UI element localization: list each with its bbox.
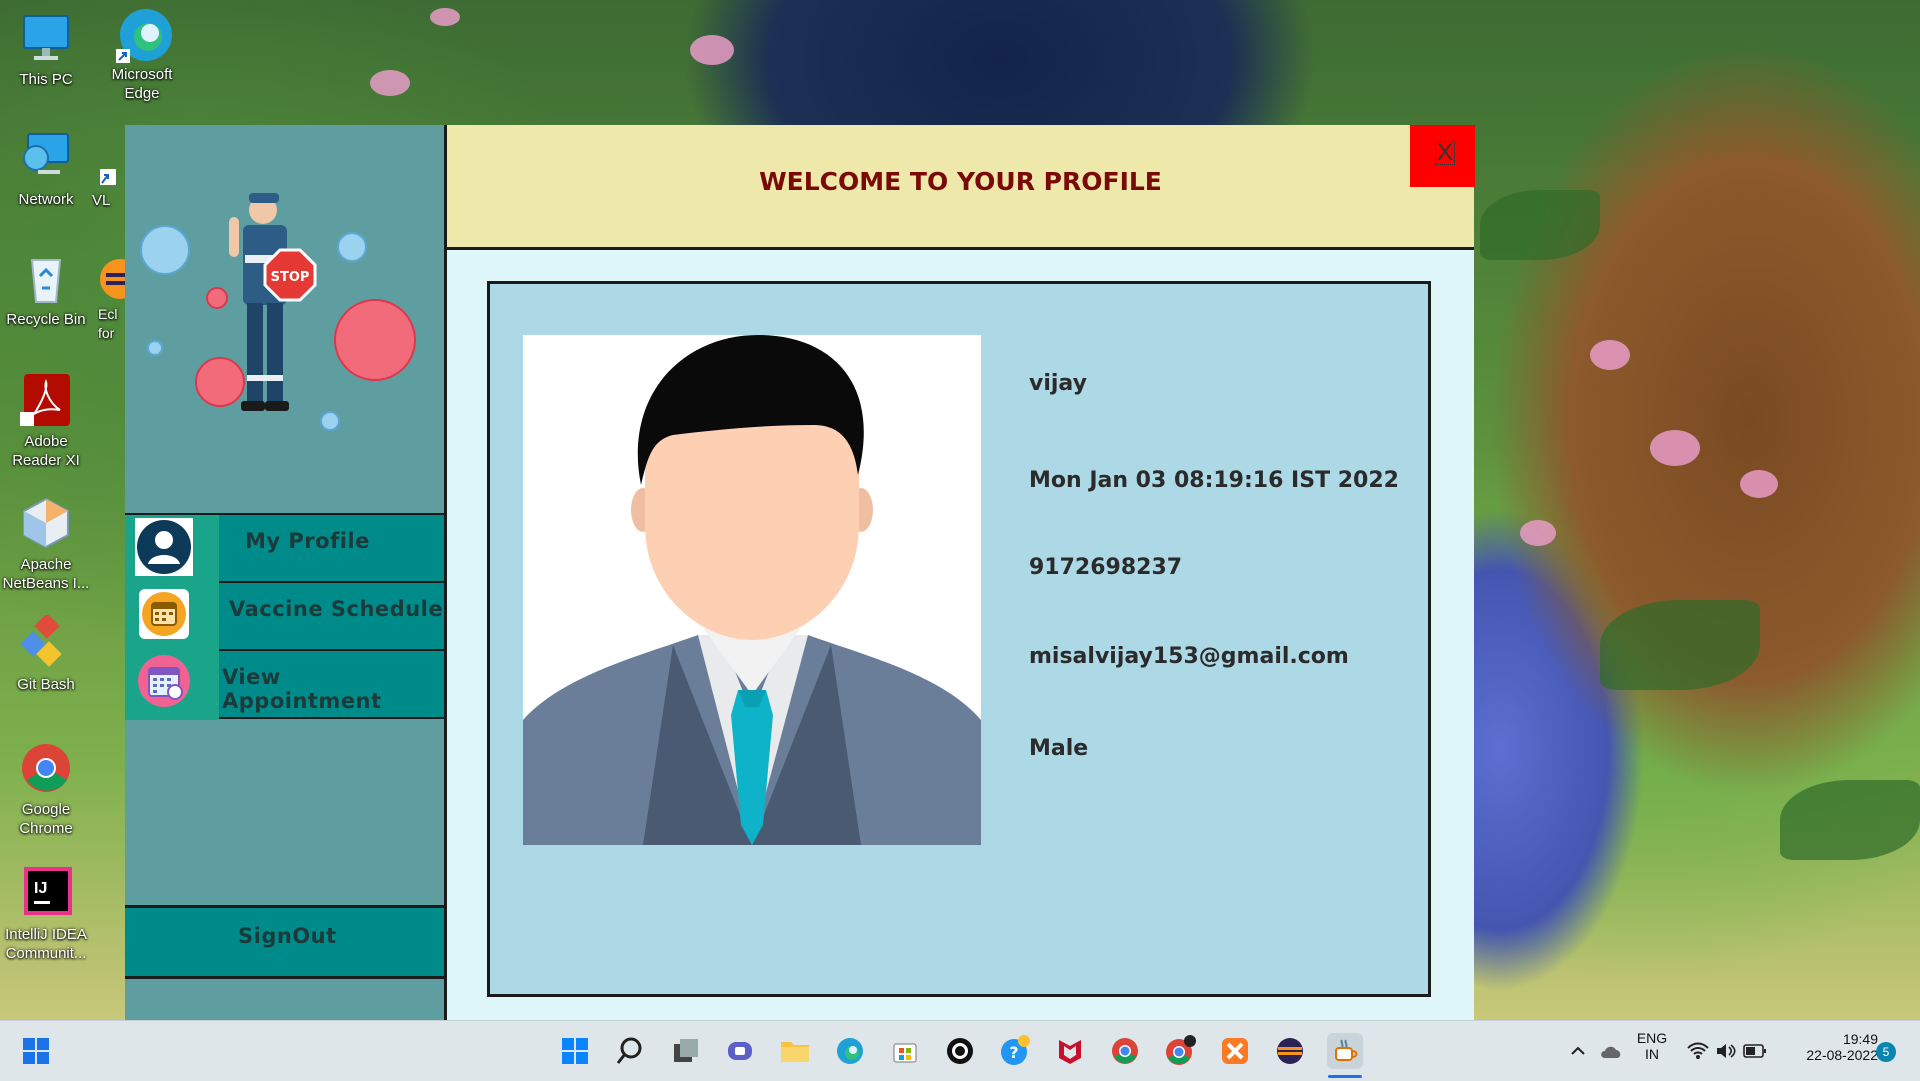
- start-icon[interactable]: [557, 1033, 593, 1069]
- nav-view-appointment[interactable]: View Appointment: [219, 651, 444, 719]
- desktop-icon-intellij[interactable]: IJ IntelliJ IDEA Communit...: [2, 865, 90, 963]
- user-avatar-icon[interactable]: [135, 518, 193, 576]
- profile-gender: Male: [1029, 736, 1089, 761]
- profile-name: vijay: [1029, 371, 1087, 396]
- nav-vaccine-schedule[interactable]: Vaccine Schedule: [219, 583, 444, 651]
- edge-icon[interactable]: [832, 1033, 868, 1069]
- chevron-up-icon[interactable]: [1566, 1033, 1590, 1069]
- svg-text:?: ?: [1009, 1043, 1018, 1062]
- netbeans-icon: [18, 495, 74, 551]
- desktop-icon-adobe-reader[interactable]: Adobe Reader XI: [2, 372, 90, 470]
- profile-photo: [523, 335, 981, 845]
- appointment-calendar-icon[interactable]: [135, 652, 193, 710]
- signout-button[interactable]: SignOut: [125, 905, 444, 979]
- sidebar: STOP My Profile Vaccine Schedule View Ap…: [125, 125, 447, 1020]
- search-icon[interactable]: [612, 1033, 648, 1069]
- file-explorer-icon[interactable]: [777, 1033, 813, 1069]
- clock[interactable]: 19:49 22-08-2022: [1778, 1031, 1878, 1063]
- java-icon[interactable]: [1327, 1033, 1363, 1069]
- store-icon[interactable]: [887, 1033, 923, 1069]
- nav-my-profile[interactable]: My Profile: [219, 515, 444, 583]
- page-title: WELCOME TO YOUR PROFILE: [759, 167, 1162, 196]
- desktop-icon-chrome[interactable]: Google Chrome: [2, 740, 90, 838]
- taskbar: ? ENG IN 19:49 22-08-2022 5: [0, 1020, 1920, 1081]
- profile-date: Mon Jan 03 08:19:16 IST 2022: [1029, 468, 1399, 493]
- language-indicator[interactable]: ENG IN: [1632, 1030, 1672, 1062]
- start-icon[interactable]: [18, 1033, 54, 1069]
- recycle-bin-icon: [18, 250, 74, 306]
- eclipse-icon[interactable]: [1272, 1033, 1308, 1069]
- desktop-icon-edge[interactable]: Microsoft Edge: [98, 5, 186, 103]
- chrome-icon[interactable]: [1107, 1033, 1143, 1069]
- close-button[interactable]: X: [1410, 125, 1475, 187]
- volume-icon[interactable]: [1714, 1033, 1738, 1069]
- mcafee-icon[interactable]: [1052, 1033, 1088, 1069]
- active-app-indicator: [1328, 1075, 1362, 1078]
- svg-text:STOP: STOP: [271, 270, 310, 285]
- edge-icon: [114, 5, 172, 63]
- battery-icon[interactable]: [1742, 1033, 1768, 1069]
- onedrive-icon[interactable]: [1598, 1033, 1624, 1069]
- desktop-icon-recycle-bin[interactable]: Recycle Bin: [2, 250, 90, 329]
- covid-stop-illustration: STOP: [125, 125, 444, 516]
- network-icon: [18, 130, 74, 186]
- eclipse-icon: [98, 255, 128, 305]
- task-view-icon[interactable]: [668, 1033, 704, 1069]
- chat-icon[interactable]: [722, 1033, 758, 1069]
- desktop-icon-this-pc[interactable]: This PC: [2, 10, 90, 89]
- calendar-icon[interactable]: [135, 585, 193, 643]
- desktop-icon-git-bash[interactable]: Git Bash: [2, 613, 90, 694]
- xampp-icon[interactable]: [1217, 1033, 1253, 1069]
- vlc-icon: [92, 165, 122, 191]
- intellij-icon: IJ: [18, 865, 74, 921]
- profile-window: STOP My Profile Vaccine Schedule View Ap…: [125, 125, 1474, 1020]
- computer-icon: [18, 10, 74, 66]
- profile-email: misalvijay153@gmail.com: [1029, 644, 1349, 669]
- adobe-reader-icon: [18, 372, 74, 428]
- desktop-icon-network[interactable]: Network: [2, 130, 90, 209]
- svg-text:IJ: IJ: [34, 880, 47, 897]
- notification-badge[interactable]: 5: [1876, 1042, 1896, 1062]
- desktop-icon-netbeans[interactable]: Apache NetBeans I...: [2, 495, 90, 593]
- profile-header: WELCOME TO YOUR PROFILE: [447, 125, 1474, 250]
- wifi-icon[interactable]: [1686, 1033, 1710, 1069]
- profile-phone: 9172698237: [1029, 555, 1183, 580]
- help-icon[interactable]: ?: [997, 1033, 1033, 1069]
- profile-card: vijay Mon Jan 03 08:19:16 IST 2022 91726…: [487, 281, 1431, 997]
- github-icon[interactable]: [942, 1033, 978, 1069]
- desktop-icon-eclipse[interactable]: Ecl for: [98, 255, 128, 343]
- git-bash-icon: [18, 613, 74, 671]
- desktop-icon-vlc[interactable]: VL: [92, 165, 126, 210]
- chrome-icon: [18, 740, 74, 796]
- chrome-profile-icon[interactable]: [1162, 1033, 1198, 1069]
